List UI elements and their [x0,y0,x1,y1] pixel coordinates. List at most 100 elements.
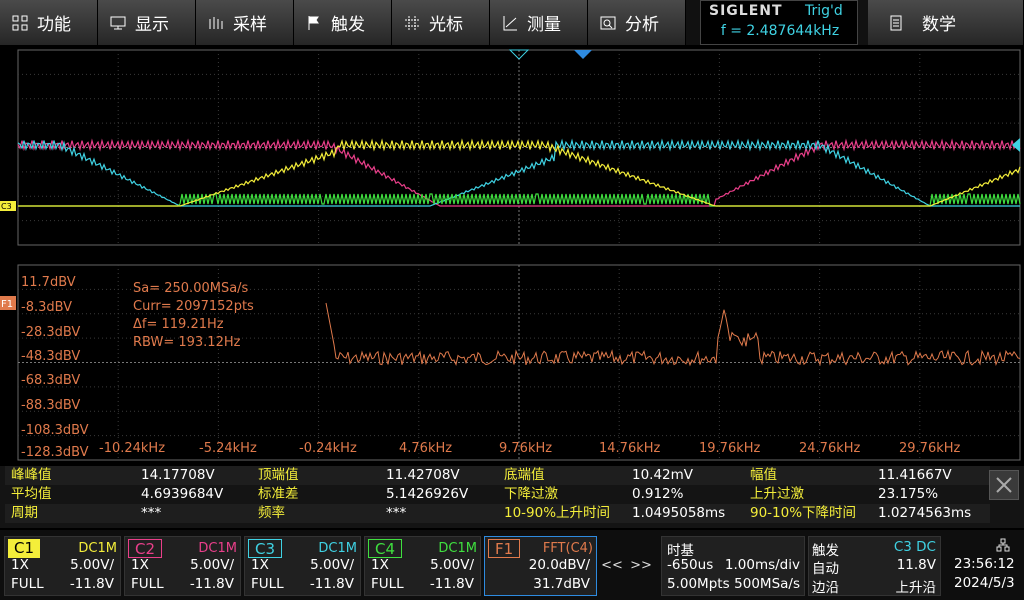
measure-value: 11.41667V [878,467,952,483]
fft-info-points: Curr= 2097152pts [133,299,254,314]
horizontal-position-marker[interactable] [574,50,592,59]
menu-analysis-label: 分析 [625,15,659,35]
channel-c2-coupling: DC1M [198,541,237,556]
measure-name: 底端值 [504,467,545,483]
measure-name: 顶端值 [258,467,299,483]
channel-ground-label: C3 [1,202,12,211]
fft-y-tick: -28.3dBV [21,325,81,340]
menu-function[interactable]: 功能 [0,0,98,45]
menu-display-label: 显示 [135,15,169,35]
menu-display[interactable]: 显示 [98,0,196,45]
trigger-status: Trig'd [805,3,843,19]
fft-info-delta-f: Δf= 119.21Hz [133,317,224,332]
timebase-rate: 500MSa/s [734,576,800,592]
fft-x-tick: -0.24kHz [299,441,357,456]
brand-status-panel: SIGLENT Trig'd f = 2.487644kHz [700,0,858,45]
math-f1-name: F1 [488,539,521,558]
clock-date: 2024/5/3 [954,575,1015,591]
fft-x-tick: 24.76kHz [799,441,861,456]
fft-info-sample-rate: Sa= 250.00MSa/s [133,281,249,296]
channel-c3-box[interactable]: C3 DC1M 1X 5.00V/ FULL -11.8V [244,536,361,596]
network-icon[interactable] [996,538,1010,552]
trigger-box[interactable]: 触发 C3 DC 自动 11.8V 边沿 上升沿 [808,536,941,596]
page-right-button[interactable]: >> [627,536,655,596]
measure-name: 90-10%下降时间 [750,505,857,521]
channel-c1-box[interactable]: C1 DC1M 1X 5.00V/ FULL -11.8V [4,536,121,596]
analysis-icon [600,16,616,29]
channel-c1-offset: -11.8V [69,576,114,592]
fft-y-tick: -128.3dBV [21,445,89,460]
math-f1-box[interactable]: F1 FFT(C4) 20.0dBV/ 31.7dBV [484,536,597,596]
channel-c4-scale: 5.00V/ [430,557,474,573]
fft-x-tick: 9.76kHz [499,441,553,456]
fft-x-tick: 14.76kHz [599,441,661,456]
timebase-points: 5.00Mpts [667,576,730,592]
timebase-box[interactable]: 时基 -650us 1.00ms/div 5.00Mpts 500MSa/s [661,536,805,596]
measure-value: 10.42mV [632,467,694,483]
trigger-level-marker[interactable] [1012,138,1020,152]
channel-c4-probe: 1X [371,557,389,573]
menu-analysis[interactable]: 分析 [588,0,686,45]
measure-name: 平均值 [11,486,52,502]
timebase-title: 时基 [667,543,694,559]
channel-c1-coupling: DC1M [78,541,117,556]
channel-c3-name: C3 [248,539,283,558]
measure-value: *** [386,505,407,521]
channel-c2-box[interactable]: C2 DC1M 1X 5.00V/ FULL -11.8V [124,536,241,596]
fft-info-rbw: RBW= 193.12Hz [133,335,241,350]
fft-x-tick: -5.24kHz [199,441,257,456]
channel-c1-bandwidth: FULL [11,576,44,592]
close-measurements-button[interactable] [989,470,1019,500]
channel-c2-bandwidth: FULL [131,576,164,592]
channel-c2-scale: 5.00V/ [190,557,234,573]
channel-c4-bandwidth: FULL [371,576,404,592]
measure-name: 幅值 [750,467,777,483]
frequency-counter: f = 2.487644kHz [720,23,840,39]
trigger-level: 11.8V [896,557,936,573]
grid-icon [12,15,28,30]
fft-marker-label: F1 [1,299,13,310]
measure-value: 1.0274563ms [878,505,972,521]
fft-x-tick: 29.76kHz [899,441,961,456]
measurement-row: 平均值 4.6939684V 标准差 5.1426926V 下降过激 0.912… [5,485,990,504]
measure-name: 频率 [258,505,285,521]
measure-value: 14.17708V [141,467,215,483]
fft-y-tick: -108.3dBV [21,423,89,438]
menu-function-label: 功能 [37,15,71,35]
measure-name: 峰峰值 [11,467,52,483]
menu-acquire[interactable]: 采样 [196,0,294,45]
document-icon [890,15,902,30]
channel-c4-offset: -11.8V [429,576,474,592]
measure-name: 10-90%上升时间 [504,505,611,521]
close-icon [996,477,1012,493]
channel-c4-box[interactable]: C4 DC1M 1X 5.00V/ FULL -11.8V [364,536,481,596]
waveform-display[interactable]: C3 F1 Sa= 250.00MSa/s Curr= 2097152pts Δ… [0,45,1024,465]
status-area: 23:56:12 2024/5/3 [945,536,1024,596]
display-icon [110,16,126,29]
menu-cursor[interactable]: 光标 [392,0,490,45]
menu-acquire-label: 采样 [233,15,267,35]
measurement-row: 峰峰值 14.17708V 顶端值 11.42708V 底端值 10.42mV … [5,466,990,485]
math-f1-offset: 31.7dBV [533,576,590,592]
menu-bar: 功能 显示 采样 触发 光标 测量 分析 SIGLENT Trig'd f = … [0,0,1024,45]
math-f1-source: FFT(C4) [542,541,593,556]
channel-c2-probe: 1X [131,557,149,573]
channel-c3-bandwidth: FULL [251,576,284,592]
trigger-title: 触发 [812,543,839,559]
channel-c2-offset: -11.8V [189,576,234,592]
fft-x-tick: -10.24kHz [99,441,166,456]
measure-name: 下降过激 [504,486,558,502]
sample-icon [209,16,223,29]
fft-y-tick: -88.3dBV [21,398,81,413]
channel-c2-name: C2 [128,539,163,558]
fft-y-tick: -68.3dBV [21,373,81,388]
menu-math[interactable]: 数学 [868,0,1024,45]
measure-name: 上升过激 [750,486,804,502]
menu-trigger[interactable]: 触发 [294,0,392,45]
menu-measure[interactable]: 测量 [490,0,588,45]
menu-measure-label: 测量 [527,15,561,35]
page-left-button[interactable]: << [598,536,626,596]
measure-value: 5.1426926V [386,486,469,502]
channel-c4-name: C4 [368,539,403,558]
trigger-slope: 上升沿 [895,580,937,596]
